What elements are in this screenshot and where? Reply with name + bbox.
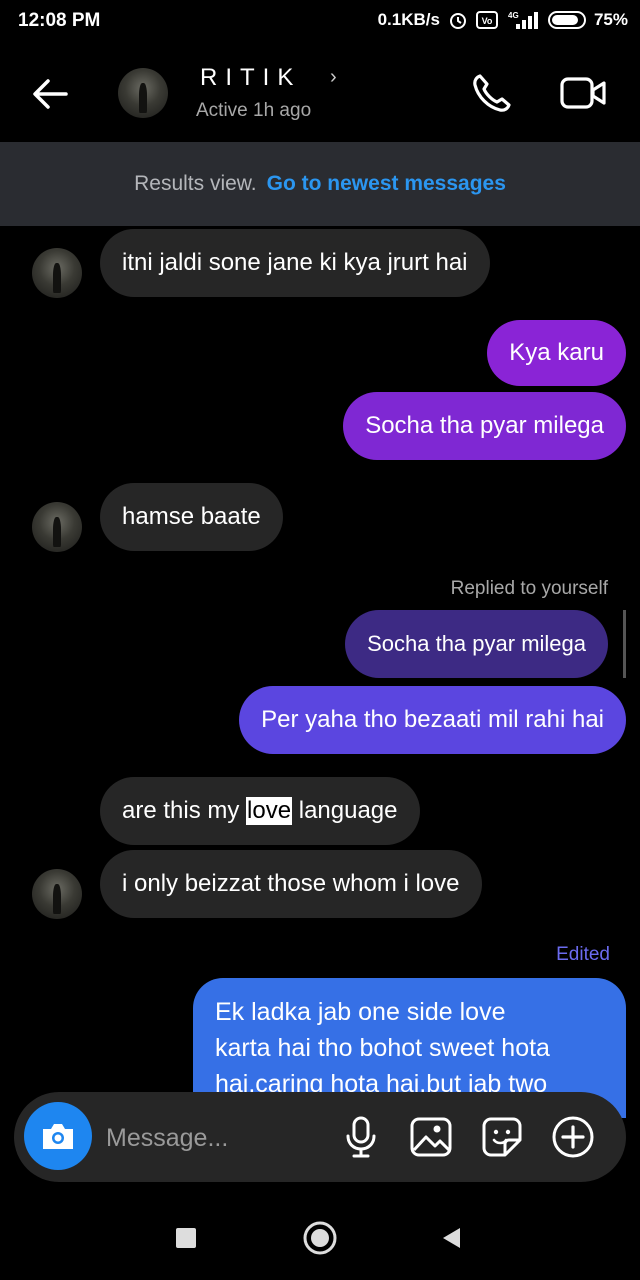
- outgoing-message[interactable]: Kya karu: [487, 320, 626, 386]
- back-arrow-icon[interactable]: [28, 72, 72, 116]
- message-line: Ek ladka jab one side love: [215, 998, 506, 1026]
- message-composer: [14, 1092, 626, 1182]
- contact-name[interactable]: RITIK: [200, 64, 301, 92]
- status-time: 12:08 PM: [18, 10, 101, 31]
- sticker-icon[interactable]: [479, 1114, 525, 1160]
- edited-label: Edited: [556, 944, 610, 965]
- incoming-message[interactable]: i only beizzat those whom i love: [100, 850, 482, 918]
- alarm-icon: [449, 13, 466, 29]
- incoming-message[interactable]: are this my love language: [100, 777, 420, 845]
- signal-icon: 4G: [508, 11, 538, 29]
- status-right: 0.1KB/s Vo 4G 75%: [378, 10, 628, 30]
- battery-icon: [547, 11, 586, 29]
- sender-avatar[interactable]: [32, 502, 82, 552]
- message-text: hamse baate: [122, 503, 261, 530]
- volte-icon: Vo: [475, 11, 498, 29]
- back-nav-icon[interactable]: [440, 1226, 462, 1250]
- gallery-icon[interactable]: [408, 1114, 454, 1160]
- contact-active-status: Active 1h ago: [196, 100, 312, 121]
- replied-label: Replied to yourself: [450, 578, 608, 599]
- message-text: itni jaldi sone jane ki kya jrurt hai: [122, 249, 468, 276]
- microphone-icon[interactable]: [338, 1114, 384, 1160]
- video-camera-icon[interactable]: [558, 70, 608, 116]
- quoted-message[interactable]: Socha tha pyar milega: [345, 610, 608, 678]
- phone-icon[interactable]: [470, 70, 516, 116]
- go-to-newest-link[interactable]: Go to newest messages: [267, 172, 506, 196]
- sender-avatar[interactable]: [32, 869, 82, 919]
- message-text: Kya karu: [509, 339, 604, 366]
- message-text: Socha tha pyar milega: [367, 631, 586, 656]
- search-highlight: love: [246, 797, 293, 825]
- message-line: karta hai tho bohot sweet hota: [215, 1034, 550, 1062]
- incoming-message[interactable]: hamse baate: [100, 483, 283, 551]
- add-circle-icon[interactable]: [550, 1114, 596, 1160]
- battery-level: 75%: [593, 10, 628, 29]
- sender-avatar[interactable]: [32, 248, 82, 298]
- message-input[interactable]: [106, 1118, 326, 1158]
- chat-header: RITIK › Active 1h ago: [0, 44, 640, 142]
- message-text-before: are this my: [122, 797, 247, 824]
- recents-icon[interactable]: [176, 1228, 196, 1248]
- network-speed: 0.1KB/s: [377, 10, 440, 29]
- message-text: Socha tha pyar milega: [365, 412, 604, 439]
- svg-text:4G: 4G: [508, 11, 519, 20]
- camera-button[interactable]: [24, 1102, 92, 1170]
- svg-text:Vo: Vo: [482, 16, 493, 26]
- home-icon[interactable]: [302, 1220, 338, 1256]
- chevron-right-icon[interactable]: ›: [330, 66, 337, 89]
- message-text: i only beizzat those whom i love: [122, 870, 460, 897]
- system-nav-bar: [0, 1196, 640, 1280]
- camera-icon: [43, 1124, 73, 1149]
- results-banner: Results view. Go to newest messages: [0, 142, 640, 226]
- outgoing-message[interactable]: Per yaha tho bezaati mil rahi hai: [239, 686, 626, 754]
- outgoing-message[interactable]: Socha tha pyar milega: [343, 392, 626, 460]
- message-text-after: language: [292, 797, 398, 824]
- incoming-message[interactable]: itni jaldi sone jane ki kya jrurt hai: [100, 229, 490, 297]
- message-text: Per yaha tho bezaati mil rahi hai: [261, 706, 604, 733]
- status-bar: 12:08 PM 0.1KB/s Vo 4G 75%: [0, 0, 640, 44]
- results-view-label: Results view.: [134, 172, 257, 195]
- reply-indicator-bar: [623, 610, 626, 678]
- contact-avatar[interactable]: [118, 68, 168, 118]
